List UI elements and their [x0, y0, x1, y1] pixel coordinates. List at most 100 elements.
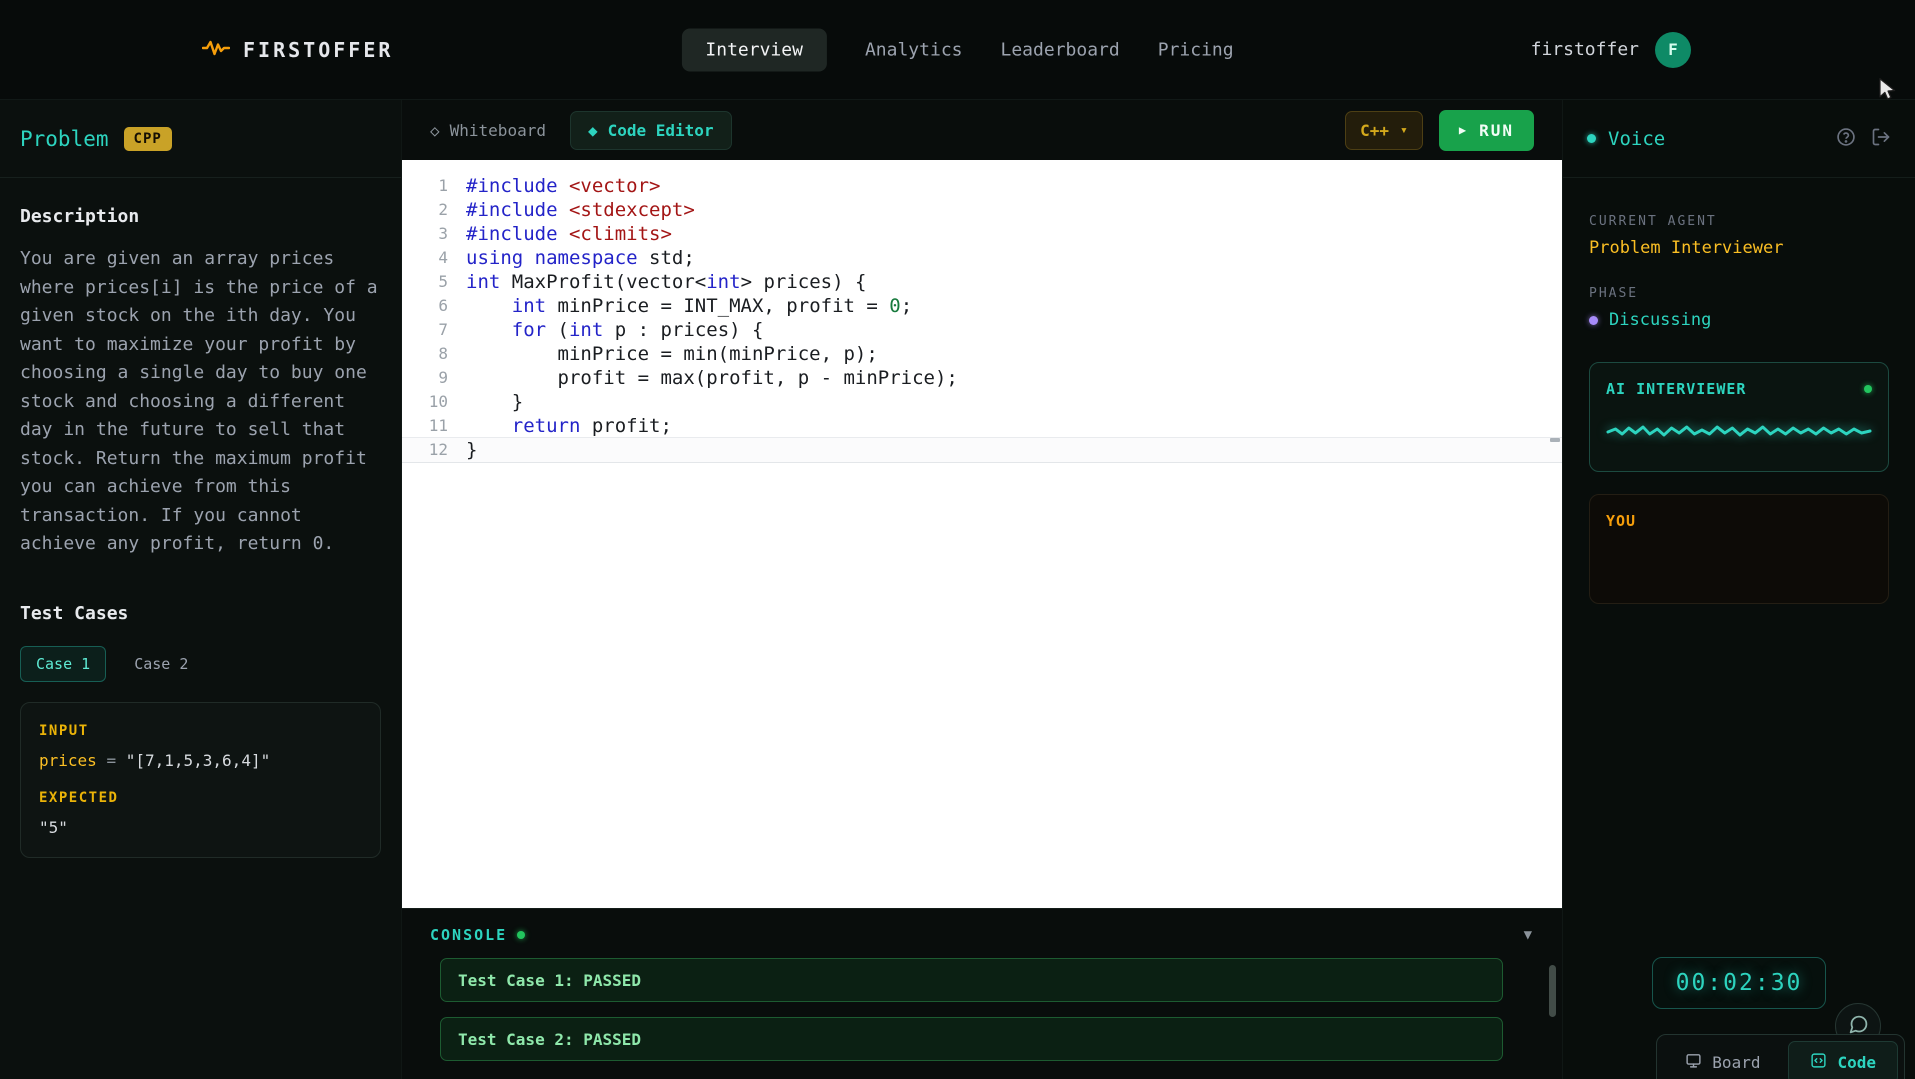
phase-row: Discussing — [1589, 310, 1889, 330]
input-value: "[7,1,5,3,6,4]" — [125, 750, 271, 770]
input-label: INPUT — [39, 722, 89, 739]
main-layout: Problem CPP Description You are given an… — [0, 100, 1915, 1079]
editor-lines: 1 #include <vector> 2 #include <stdexcept> 3… — [402, 174, 1562, 462]
code-line-1[interactable]: 1 #include <vector> — [402, 174, 1562, 198]
view-tab-board[interactable]: Board — [1663, 1041, 1782, 1079]
nav-item-leaderboard[interactable]: Leaderboard — [1001, 39, 1120, 60]
line-number: 6 — [438, 296, 448, 315]
leave-session-button[interactable] — [1871, 127, 1891, 150]
line-number: 12 — [428, 440, 448, 459]
diamond-filled-icon: ◆ — [587, 120, 598, 140]
input-expression: prices = "[7,1,5,3,6,4]" — [39, 751, 362, 770]
console-collapse-button[interactable]: ▼ — [1524, 927, 1532, 943]
problem-title: Problem — [20, 126, 109, 151]
chevron-down-icon: ▾ — [1400, 122, 1408, 138]
console-results: Test Case 1: PASSED Test Case 2: PASSED — [440, 958, 1503, 1061]
expected-value: "5" — [39, 817, 68, 837]
voice-panel: Voice CURRENT AGENT Problem Interviewer … — [1562, 100, 1915, 1079]
voice-title: Voice — [1608, 127, 1666, 150]
line-number: 5 — [438, 272, 448, 291]
you-label: YOU — [1606, 512, 1637, 530]
code-text: profit = max(profit, p - minPrice); — [466, 367, 958, 389]
code-text: } — [466, 391, 524, 413]
code-text: int MaxProfit(vector<int> prices) { — [466, 271, 867, 293]
code-icon — [1810, 1052, 1827, 1073]
tab-whiteboard-label: Whiteboard — [449, 120, 546, 140]
code-editor[interactable]: 1 #include <vector> 2 #include <stdexcept> 3… — [402, 160, 1562, 908]
ai-waveform — [1606, 425, 1872, 437]
nav-item-interview[interactable]: Interview — [681, 28, 827, 71]
language-select-value: C++ — [1360, 120, 1390, 140]
description-heading: Description — [20, 206, 140, 227]
line-number: 10 — [428, 392, 448, 411]
problem-header: Problem CPP — [0, 100, 401, 178]
voice-header-actions — [1836, 127, 1891, 150]
code-text: int minPrice = INT_MAX, profit = 0; — [511, 295, 913, 317]
code-text: #include <stdexcept> — [466, 199, 695, 221]
phase-status-dot — [1589, 315, 1598, 325]
console-title: CONSOLE — [430, 926, 508, 944]
language-select[interactable]: C++ ▾ — [1345, 110, 1423, 150]
console-scrollbar[interactable] — [1549, 965, 1556, 1017]
run-button[interactable]: ▶ RUN — [1438, 109, 1534, 151]
code-line-10[interactable]: 10 } — [402, 390, 1562, 414]
toolbar-actions: C++ ▾ ▶ RUN — [1345, 109, 1534, 151]
play-icon: ▶ — [1458, 123, 1469, 137]
brand-name: FIRSTOFFER — [243, 37, 394, 62]
app-root: FIRSTOFFER Interview Analytics Leaderboa… — [0, 0, 1915, 1079]
voice-header: Voice — [1563, 100, 1915, 178]
tab-code-editor[interactable]: ◆ Code Editor — [569, 110, 732, 150]
help-button[interactable] — [1836, 127, 1856, 150]
input-variable: prices — [39, 750, 97, 770]
code-line-9[interactable]: 9 profit = max(profit, p - minPrice); — [402, 366, 1562, 390]
console-panel: CONSOLE ▼ Test Case 1: PASSED Test Case … — [402, 908, 1562, 1079]
code-line-4[interactable]: 4 using namespace std; — [402, 246, 1562, 270]
test-result-1: Test Case 1: PASSED — [440, 958, 1503, 1002]
mouse-cursor — [1874, 76, 1900, 106]
help-icon — [1836, 127, 1856, 150]
account-name: firstoffer — [1530, 39, 1639, 60]
code-line-8[interactable]: 8 minPrice = min(minPrice, p); — [402, 342, 1562, 366]
view-switcher: Board Code — [1656, 1034, 1905, 1079]
top-navbar: FIRSTOFFER Interview Analytics Leaderboa… — [0, 0, 1915, 100]
test-result-2: Test Case 2: PASSED — [440, 1017, 1503, 1061]
voice-body: CURRENT AGENT Problem Interviewer PHASE … — [1563, 178, 1915, 1079]
code-line-3[interactable]: 3 #include <climits> — [402, 222, 1562, 246]
case-tabs: Case 1 Case 2 — [20, 645, 381, 682]
expected-label: EXPECTED — [39, 789, 119, 806]
code-line-5[interactable]: 5 int MaxProfit(vector<int> prices) { — [402, 270, 1562, 294]
code-line-11[interactable]: 11 return profit; — [402, 414, 1562, 438]
code-line-12[interactable]: 12} — [402, 438, 1562, 462]
voice-status-dot — [1587, 134, 1596, 143]
console-status-dot — [517, 931, 526, 939]
problem-panel: Problem CPP Description You are given an… — [0, 100, 402, 1079]
line-number: 4 — [438, 248, 448, 267]
brand[interactable]: FIRSTOFFER — [201, 37, 394, 62]
language-badge: CPP — [123, 126, 172, 151]
ai-interviewer-card: AI INTERVIEWER — [1589, 362, 1889, 472]
test-case-card: INPUT prices = "[7,1,5,3,6,4]" EXPECTED … — [20, 701, 381, 858]
line-number: 1 — [438, 176, 448, 195]
view-tab-code-label: Code — [1837, 1053, 1876, 1072]
view-tab-code[interactable]: Code — [1788, 1041, 1898, 1079]
brand-waveform-icon — [201, 38, 231, 62]
line-number: 7 — [438, 320, 448, 339]
code-line-7[interactable]: 7 for (int p : prices) { — [402, 318, 1562, 342]
nav-item-analytics[interactable]: Analytics — [865, 39, 963, 60]
current-agent-label: CURRENT AGENT — [1589, 214, 1717, 229]
editor-scroll-marker[interactable] — [1550, 438, 1560, 442]
code-text: #include <vector> — [466, 175, 661, 197]
run-button-label: RUN — [1479, 120, 1514, 140]
code-line-6[interactable]: 6 int minPrice = INT_MAX, profit = 0; — [402, 294, 1562, 318]
code-text: #include <climits> — [466, 223, 672, 245]
case-tab-1[interactable]: Case 1 — [20, 645, 107, 682]
code-text: return profit; — [511, 415, 672, 437]
problem-body: Description You are given an array price… — [0, 178, 401, 886]
case-tab-2[interactable]: Case 2 — [118, 646, 204, 682]
avatar[interactable]: F — [1655, 31, 1691, 68]
code-text: } — [466, 439, 478, 461]
code-text: for (int p : prices) { — [511, 319, 764, 341]
code-line-2[interactable]: 2 #include <stdexcept> — [402, 198, 1562, 222]
tab-whiteboard[interactable]: ◇ Whiteboard — [430, 121, 546, 140]
nav-item-pricing[interactable]: Pricing — [1158, 39, 1234, 60]
